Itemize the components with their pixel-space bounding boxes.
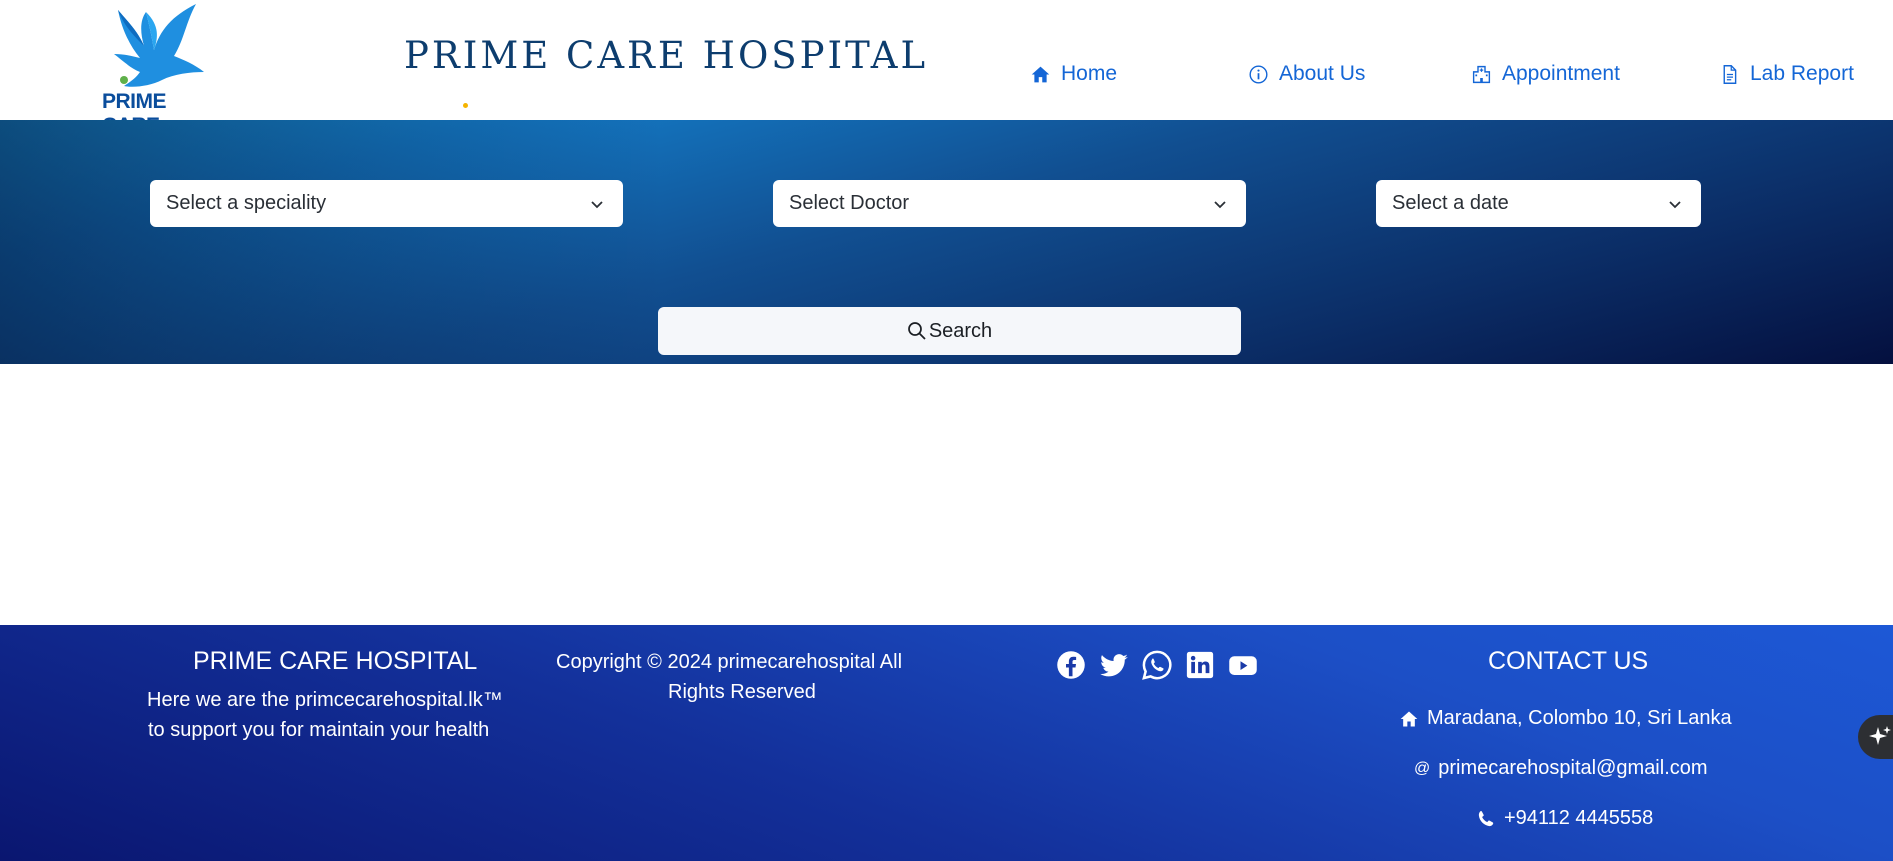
- phone-icon: [1478, 810, 1494, 826]
- footer-brand-title: PRIME CARE HOSPITAL: [193, 647, 478, 675]
- nav-home[interactable]: Home: [1030, 62, 1117, 86]
- chevron-down-icon: [1214, 200, 1226, 208]
- home-icon: [1400, 711, 1418, 726]
- speciality-select-value: Select a speciality: [166, 192, 327, 214]
- nav-appointment-label: Appointment: [1502, 62, 1620, 85]
- contact-address-text: Maradana, Colombo 10, Sri Lanka: [1427, 707, 1732, 729]
- nav-lab-report-label: Lab Report: [1750, 62, 1854, 85]
- facebook-icon[interactable]: [1055, 649, 1086, 680]
- chevron-down-icon: [591, 200, 603, 208]
- footer-tagline-2: to support you for maintain your health: [148, 719, 490, 741]
- nav-appointment[interactable]: Appointment: [1471, 62, 1620, 86]
- sparkle-icon: [1869, 726, 1891, 745]
- nav-home-label: Home: [1061, 62, 1118, 85]
- twitter-icon[interactable]: [1098, 649, 1129, 680]
- contact-address: Maradana, Colombo 10, Sri Lanka: [1399, 707, 1732, 730]
- speciality-select[interactable]: Select a speciality: [150, 180, 623, 227]
- hospital-icon: [1472, 65, 1491, 83]
- contact-phone-text: +94112 4445558: [1504, 807, 1654, 829]
- nav-lab-report[interactable]: Lab Report: [1719, 62, 1854, 86]
- site-header: PRIME CARE PRIME CARE HOSPITAL Home Abou…: [0, 0, 1893, 137]
- date-select-value: Select a date: [1392, 192, 1509, 214]
- date-select[interactable]: Select a date: [1376, 180, 1701, 227]
- footer-copyright-1: Copyright © 2024 primecarehospital All: [556, 651, 903, 673]
- prime-care-logo[interactable]: PRIME CARE: [100, 2, 218, 137]
- info-icon: [1249, 64, 1268, 84]
- dove-logo-icon: [114, 4, 204, 87]
- nav-about-label: About Us: [1279, 62, 1366, 85]
- home-icon: [1031, 66, 1050, 82]
- contact-email[interactable]: @ primecarehospital@gmail.com: [1414, 757, 1708, 780]
- contact-phone[interactable]: +94112 4445558: [1476, 807, 1653, 830]
- chevron-down-icon: [1669, 200, 1681, 208]
- document-icon: [1723, 64, 1737, 84]
- footer-copyright-2: Rights Reserved: [668, 681, 816, 703]
- site-title: PRIME CARE HOSPITAL: [404, 34, 929, 77]
- doctor-select-value: Select Doctor: [789, 192, 910, 214]
- at-sign-icon: @: [1414, 759, 1431, 777]
- social-links: [1055, 649, 1258, 680]
- search-icon: [907, 322, 926, 340]
- search-button[interactable]: Search: [658, 307, 1241, 355]
- footer-contact-title: CONTACT US: [1488, 647, 1649, 675]
- nav-about-us[interactable]: About Us: [1248, 62, 1365, 86]
- title-accent-dot: [463, 103, 468, 108]
- footer-tagline-1: Here we are the primcecarehospital.lk™: [147, 689, 503, 711]
- youtube-icon[interactable]: [1227, 649, 1258, 680]
- contact-email-text: primecarehospital@gmail.com: [1438, 757, 1708, 779]
- search-button-label: Search: [928, 319, 993, 342]
- whatsapp-icon[interactable]: [1141, 649, 1172, 680]
- linkedin-icon[interactable]: [1184, 649, 1215, 680]
- site-footer: PRIME CARE HOSPITAL Here we are the prim…: [0, 625, 1893, 861]
- search-banner: Select a speciality Select Doctor Select…: [0, 120, 1893, 364]
- doctor-select[interactable]: Select Doctor: [773, 180, 1246, 227]
